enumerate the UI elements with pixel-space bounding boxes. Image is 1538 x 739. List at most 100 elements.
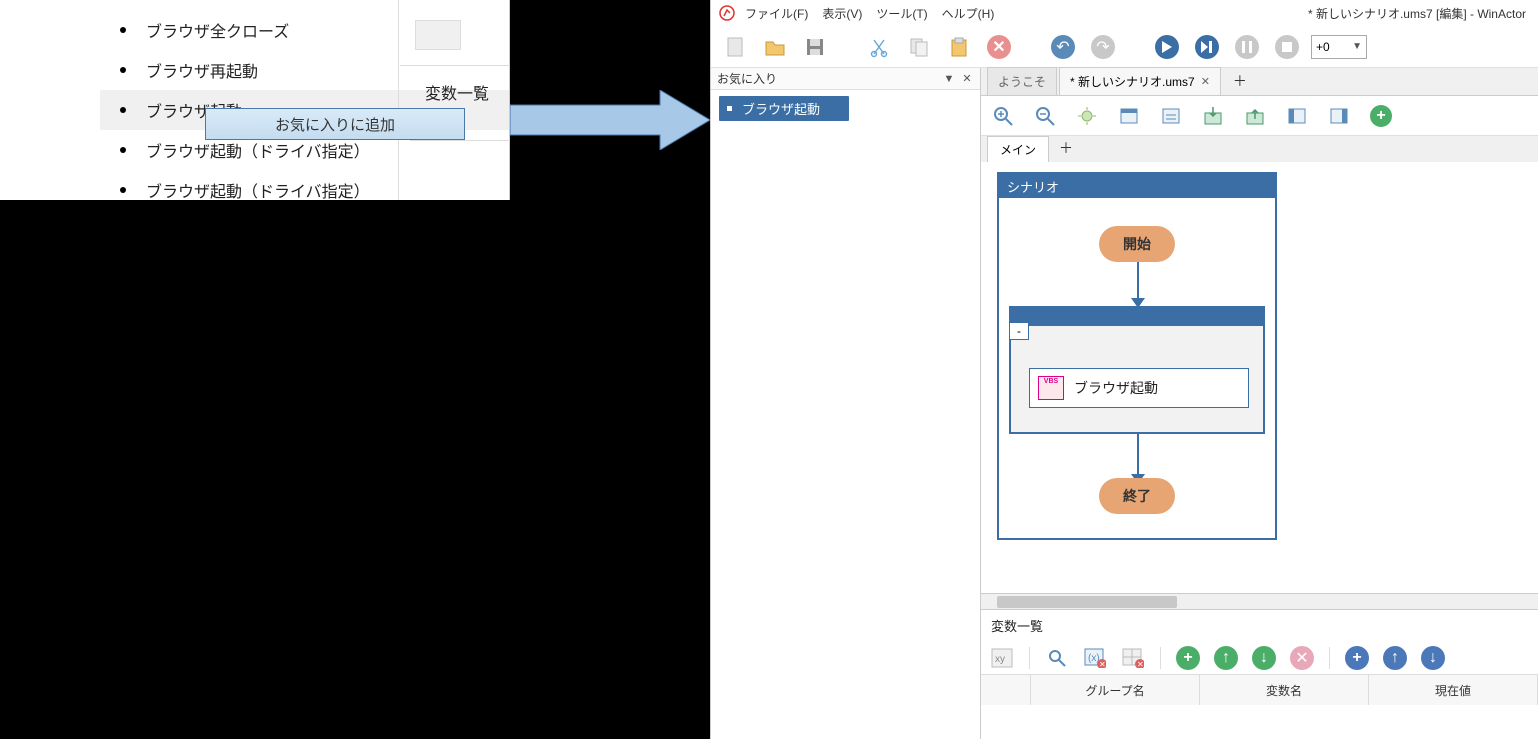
delete-button[interactable]: ✕	[983, 31, 1015, 63]
close-icon[interactable]: ✕	[960, 72, 974, 86]
var-x-delete-button[interactable]: (x)✕	[1082, 645, 1108, 671]
end-node[interactable]: 終了	[1099, 478, 1175, 514]
window-list-button[interactable]	[1157, 102, 1185, 130]
x-badge-icon: (x)✕	[1084, 648, 1106, 668]
favorite-item[interactable]: ブラウザ起動	[719, 96, 849, 121]
tab-label: ようこそ	[998, 73, 1046, 90]
scenario-body: 開始 - ブラウザ起動 終了	[999, 198, 1275, 538]
action-node[interactable]: ブラウザ起動	[1029, 368, 1249, 408]
save-button[interactable]	[799, 31, 831, 63]
table-col-blank[interactable]	[981, 675, 1031, 705]
var-up-button[interactable]: ↑	[1213, 645, 1239, 671]
close-icon[interactable]: ✕	[1201, 75, 1210, 88]
stop-button[interactable]	[1271, 31, 1303, 63]
panel-button-1[interactable]	[1283, 102, 1311, 130]
var-up2-button[interactable]: ↑	[1382, 645, 1408, 671]
var-xy-button[interactable]: xy	[989, 645, 1015, 671]
record-button[interactable]	[1073, 102, 1101, 130]
var-add-button[interactable]: +	[1175, 645, 1201, 671]
step-button[interactable]	[1191, 31, 1223, 63]
var-remove-button[interactable]: ✕	[1289, 645, 1315, 671]
plus-circle-icon: +	[1176, 646, 1200, 670]
play-button[interactable]	[1151, 31, 1183, 63]
separator	[1029, 647, 1030, 669]
table-col-group[interactable]: グループ名	[1031, 675, 1200, 705]
group-header	[1011, 308, 1263, 326]
undo-button[interactable]: ↶	[1047, 31, 1079, 63]
list-item-label: ブラウザ起動（ドライバ指定）	[146, 138, 370, 162]
bullet-icon	[120, 147, 126, 153]
stop-icon	[1275, 35, 1299, 59]
chevron-down-icon: ▼	[1352, 41, 1362, 52]
title-bar: ファイル(F) 表示(V) ツール(T) ヘルプ(H) * 新しいシナリオ.um…	[711, 0, 1538, 26]
panel-button-2[interactable]	[1325, 102, 1353, 130]
var-search-button[interactable]	[1044, 645, 1070, 671]
bullet-icon	[120, 107, 126, 113]
table-col-varname[interactable]: 変数名	[1200, 675, 1369, 705]
redo-button[interactable]: ↷	[1087, 31, 1119, 63]
collapse-handle[interactable]: -	[1009, 322, 1029, 340]
scenario-canvas[interactable]: シナリオ 開始 - ブラウザ起動	[981, 162, 1538, 609]
dropdown-icon[interactable]: ▼	[942, 72, 956, 86]
scenario-container[interactable]: シナリオ 開始 - ブラウザ起動	[997, 172, 1277, 540]
list-item-label: ブラウザ起動（ドライバ指定）	[146, 178, 370, 202]
menu-file[interactable]: ファイル(F)	[745, 5, 808, 22]
variables-panel: 変数一覧 xy (x)✕ ✕ + ↑ ↓ ✕ + ↑ ↓	[981, 609, 1538, 739]
main-toolbar: ✕ ↶ ↷ +0 ▼	[711, 26, 1538, 68]
folder-open-icon	[764, 36, 786, 58]
new-tab-button[interactable]: ＋	[1223, 67, 1257, 95]
zoom-out-button[interactable]	[1031, 102, 1059, 130]
arrow-down-icon: ↓	[1252, 646, 1276, 670]
svg-text:✕: ✕	[1099, 660, 1106, 668]
left-panel: 変数一覧 ブラウザ全クローズ ブラウザ再起動 ブラウザ起動 ブラウザ起動（ドライ…	[0, 0, 510, 200]
var-down2-button[interactable]: ↓	[1420, 645, 1446, 671]
panel-icon	[1286, 105, 1308, 127]
menu-view[interactable]: 表示(V)	[822, 5, 862, 22]
copy-icon	[908, 36, 930, 58]
xy-icon: xy	[991, 648, 1013, 668]
tab-scenario-file[interactable]: * 新しいシナリオ.ums7 ✕	[1059, 67, 1221, 95]
menu-help[interactable]: ヘルプ(H)	[942, 5, 995, 22]
menu-tool[interactable]: ツール(T)	[876, 5, 927, 22]
zoom-in-button[interactable]	[989, 102, 1017, 130]
pause-button[interactable]	[1231, 31, 1263, 63]
cut-button[interactable]	[863, 31, 895, 63]
var-grid-delete-button[interactable]: ✕	[1120, 645, 1146, 671]
scrollbar-thumb[interactable]	[997, 596, 1177, 608]
arrow-down-icon: ↓	[1421, 646, 1445, 670]
tab-welcome[interactable]: ようこそ	[987, 67, 1057, 95]
divider	[398, 0, 399, 200]
export-button[interactable]	[1241, 102, 1269, 130]
bullet-icon	[120, 27, 126, 33]
plus-circle-icon: +	[1370, 105, 1392, 127]
close-circle-icon: ✕	[1290, 646, 1314, 670]
plus-circle-icon: +	[1345, 646, 1369, 670]
pause-icon	[1235, 35, 1259, 59]
scrollbar-stub[interactable]	[415, 20, 461, 50]
var-down-button[interactable]: ↓	[1251, 645, 1277, 671]
new-scenario-tab-button[interactable]: ＋	[1049, 134, 1083, 162]
table-col-value[interactable]: 現在値	[1369, 675, 1538, 705]
start-node[interactable]: 開始	[1099, 226, 1175, 262]
group-node[interactable]: - ブラウザ起動	[1009, 306, 1265, 434]
window-icon	[1118, 105, 1140, 127]
tab-main[interactable]: メイン	[987, 136, 1049, 162]
list-item-label: ブラウザ全クローズ	[146, 18, 289, 42]
var-add2-button[interactable]: +	[1344, 645, 1370, 671]
add-node-button[interactable]: +	[1367, 102, 1395, 130]
node-label: 開始	[1123, 234, 1151, 254]
window-button[interactable]	[1115, 102, 1143, 130]
horizontal-scrollbar[interactable]	[981, 593, 1538, 609]
col-label: 現在値	[1435, 682, 1471, 699]
context-menu-label: お気に入りに追加	[275, 114, 395, 135]
new-file-button[interactable]	[719, 31, 751, 63]
open-button[interactable]	[759, 31, 791, 63]
context-menu-add-favorite[interactable]: お気に入りに追加	[205, 108, 465, 140]
copy-button[interactable]	[903, 31, 935, 63]
variables-toolbar: xy (x)✕ ✕ + ↑ ↓ ✕ + ↑ ↓	[981, 641, 1538, 675]
favorites-title: お気に入り	[717, 70, 777, 87]
col-label: 変数名	[1266, 682, 1302, 699]
paste-button[interactable]	[943, 31, 975, 63]
speed-selector[interactable]: +0 ▼	[1311, 35, 1367, 59]
import-button[interactable]	[1199, 102, 1227, 130]
